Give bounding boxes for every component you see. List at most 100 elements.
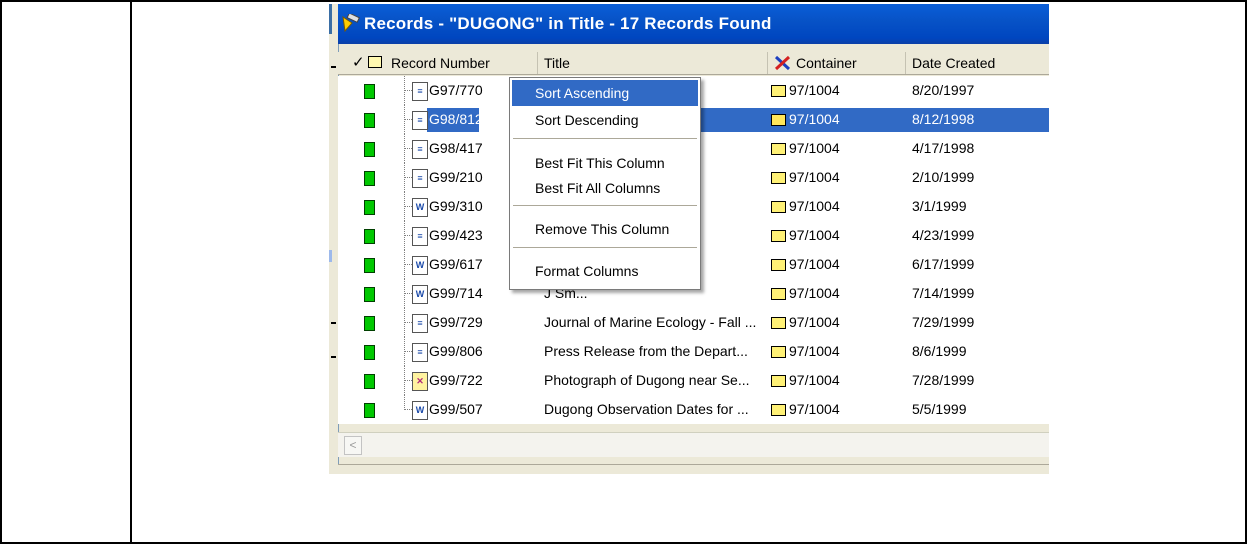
column-header-title[interactable]: Title	[538, 52, 768, 74]
container-folder-icon	[771, 317, 786, 329]
menu-separator	[513, 247, 697, 248]
menu-sort-ascending[interactable]: Sort Ascending	[512, 80, 698, 106]
records-app-icon	[342, 14, 360, 32]
table-border-top	[0, 0, 1247, 2]
table-row[interactable]: W G99/507 Dugong Observation Dates for ...…	[338, 395, 1049, 424]
remove-x-icon	[774, 55, 791, 71]
status-green-icon	[364, 374, 375, 389]
column-context-menu: Sort Ascending Sort Descending Best Fit …	[509, 77, 701, 290]
column-header-container[interactable]: Container	[768, 52, 906, 74]
container-folder-icon	[771, 143, 786, 155]
date-created-cell: 3/1/1999	[912, 198, 967, 214]
title-header-label: Title	[544, 55, 570, 71]
container-cell: 97/1004	[789, 343, 840, 359]
container-cell: 97/1004	[789, 140, 840, 156]
date-created-cell: 8/12/1998	[912, 111, 975, 127]
record-number-cell: G99/210	[429, 169, 483, 185]
text-document-icon: ≡	[412, 227, 428, 246]
records-window: Records - "DUGONG" in Title - 17 Records…	[329, 4, 1049, 474]
status-green-icon	[364, 403, 375, 418]
date-created-header-label: Date Created	[912, 55, 996, 71]
container-cell: 97/1004	[789, 285, 840, 301]
container-folder-icon	[771, 259, 786, 271]
date-created-cell: 5/5/1999	[912, 401, 967, 417]
container-folder-icon	[771, 288, 786, 300]
window-bottom-edge	[338, 464, 1049, 474]
menu-best-fit-all[interactable]: Best Fit All Columns	[512, 175, 698, 201]
table-row[interactable]: ≡ G99/729 Journal of Marine Ecology - Fall…	[338, 308, 1049, 337]
container-folder-icon	[771, 346, 786, 358]
record-number-cell: G99/507	[429, 401, 483, 417]
container-cell: 97/1004	[789, 401, 840, 417]
container-cell: 97/1004	[789, 169, 840, 185]
check-column-header[interactable]: ✓	[352, 55, 365, 70]
image-document-icon: ✕	[412, 372, 428, 391]
record-number-cell: G98/812	[429, 111, 483, 127]
status-green-icon	[364, 142, 375, 157]
title-bar[interactable]: Records - "DUGONG" in Title - 17 Records…	[338, 4, 1049, 44]
table-border-divider	[130, 0, 132, 544]
record-number-cell: G98/417	[429, 140, 483, 156]
text-document-icon: ≡	[412, 169, 428, 188]
date-created-cell: 7/14/1999	[912, 285, 975, 301]
window-title: Records - "DUGONG" in Title - 17 Records…	[364, 14, 772, 33]
table-row[interactable]: ≡ G99/806 Press Release from the Depart...…	[338, 337, 1049, 366]
status-green-icon	[364, 345, 375, 360]
title-cell: Journal of Marine Ecology - Fall ...	[544, 314, 757, 330]
container-folder-icon	[771, 85, 786, 97]
menu-best-fit-column[interactable]: Best Fit This Column	[512, 150, 698, 176]
word-document-icon: W	[412, 285, 428, 304]
container-cell: 97/1004	[789, 198, 840, 214]
column-header-row: ✓ Record Number Title Container Date Cre…	[338, 52, 1049, 75]
container-folder-icon	[771, 114, 786, 126]
status-green-icon	[364, 258, 375, 273]
date-created-cell: 2/10/1999	[912, 169, 975, 185]
status-green-icon	[364, 113, 375, 128]
table-row[interactable]: ✕ G99/722 Photograph of Dugong near Se... 9…	[338, 366, 1049, 395]
record-number-header-label: Record Number	[391, 55, 490, 71]
menu-sort-descending[interactable]: Sort Descending	[512, 107, 698, 133]
container-folder-icon	[771, 404, 786, 416]
menu-remove-column[interactable]: Remove This Column	[512, 216, 698, 242]
text-document-icon: ≡	[412, 140, 428, 159]
container-cell: 97/1004	[789, 256, 840, 272]
container-folder-icon	[771, 230, 786, 242]
status-green-icon	[364, 84, 375, 99]
date-created-cell: 7/29/1999	[912, 314, 975, 330]
scroll-left-button[interactable]: <	[344, 436, 362, 455]
status-green-icon	[364, 229, 375, 244]
container-header-label: Container	[796, 55, 857, 71]
menu-format-columns[interactable]: Format Columns	[512, 258, 698, 284]
menu-separator	[513, 138, 697, 139]
record-number-cell: G99/617	[429, 256, 483, 272]
text-document-icon: ≡	[412, 343, 428, 362]
record-number-cell: G99/806	[429, 343, 483, 359]
table-border-left	[0, 0, 2, 544]
text-document-icon: ≡	[412, 82, 428, 101]
record-number-cell: G99/729	[429, 314, 483, 330]
title-cell: Dugong Observation Dates for ...	[544, 401, 749, 417]
word-document-icon: W	[412, 256, 428, 275]
record-number-cell: G99/714	[429, 285, 483, 301]
date-created-cell: 4/23/1999	[912, 227, 975, 243]
record-number-cell: G99/310	[429, 198, 483, 214]
column-header-date-created[interactable]: Date Created	[906, 52, 1049, 74]
status-green-icon	[364, 316, 375, 331]
container-cell: 97/1004	[789, 372, 840, 388]
date-created-cell: 6/17/1999	[912, 256, 975, 272]
status-green-icon	[364, 171, 375, 186]
column-header-record-number[interactable]: Record Number	[385, 52, 538, 74]
title-cell: Press Release from the Depart...	[544, 343, 748, 359]
date-created-cell: 4/17/1998	[912, 140, 975, 156]
date-created-cell: 8/6/1999	[912, 343, 967, 359]
container-cell: 97/1004	[789, 314, 840, 330]
word-document-icon: W	[412, 198, 428, 217]
horizontal-scrollbar[interactable]: <	[338, 432, 1049, 457]
container-folder-icon	[771, 201, 786, 213]
container-cell: 97/1004	[789, 111, 840, 127]
container-folder-icon	[771, 375, 786, 387]
date-created-cell: 7/28/1999	[912, 372, 975, 388]
menu-separator	[513, 205, 697, 206]
container-folder-icon	[771, 172, 786, 184]
container-cell: 97/1004	[789, 227, 840, 243]
